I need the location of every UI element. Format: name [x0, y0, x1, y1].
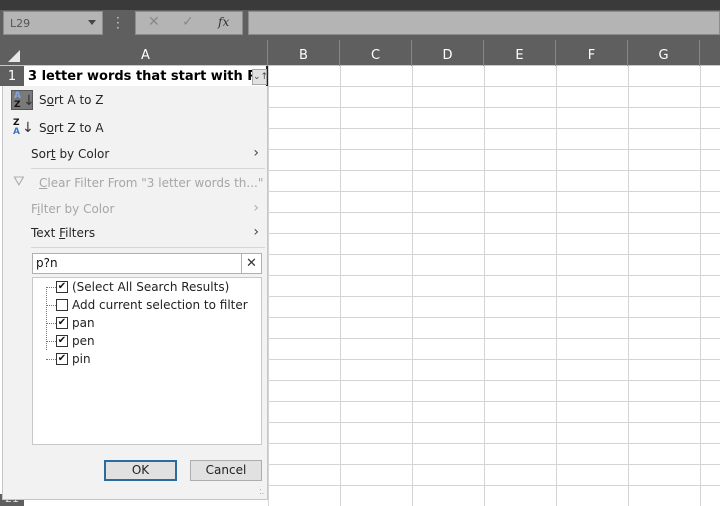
filter-dropdown-button[interactable]: ⌄↑	[252, 69, 269, 85]
chevron-down-icon[interactable]	[88, 20, 96, 25]
resize-grip-icon[interactable]: · ··	[260, 487, 264, 498]
label-part: lter by Color	[40, 202, 115, 216]
checkbox-unchecked-icon[interactable]	[56, 299, 68, 311]
list-item-label: pen	[72, 334, 95, 348]
list-item-select-all[interactable]: ✔ (Select All Search Results)	[33, 279, 261, 297]
sort-a-to-z-item[interactable]: A Z ↓ Sort A to Z	[3, 88, 267, 112]
formula-buttons: ✕ ✓ fx	[135, 11, 243, 35]
formula-input[interactable]	[248, 11, 720, 35]
icon-letter-bottom: Z	[14, 100, 21, 110]
clear-filter-icon: ⛛	[13, 174, 25, 190]
cell-a1[interactable]: 3 letter words that start with P	[24, 66, 268, 86]
filter-search-input[interactable]: p?n ✕	[32, 253, 262, 274]
checkbox-checked-icon[interactable]: ✔	[56, 281, 68, 293]
list-item-label: Add current selection to filter	[72, 298, 248, 312]
sort-a-to-z-label: Sort A to Z	[39, 93, 104, 107]
enter-icon[interactable]: ✓	[182, 14, 194, 30]
clear-filter-item: ⛛ Clear Filter From "3 letter words th..…	[3, 171, 267, 195]
label-part: S	[39, 121, 47, 135]
title-strip	[0, 0, 720, 10]
column-header-f[interactable]: F	[556, 40, 628, 66]
list-item-label: (Select All Search Results)	[72, 280, 230, 294]
row-header-1[interactable]: 1	[0, 66, 24, 86]
autofilter-menu: A Z ↓ Sort A to Z Z A ↓ Sort Z to A Sort…	[2, 86, 268, 500]
label-part: rt Z to A	[53, 121, 104, 135]
label-part: by Color	[55, 147, 110, 161]
more-options-icon[interactable]: · · ·	[116, 12, 120, 34]
text-filters-label: Text Filters	[31, 226, 95, 240]
sort-descending-icon: Z A ↓	[11, 118, 34, 138]
name-box-value: L29	[10, 17, 31, 30]
label-part: rt A to Z	[53, 93, 104, 107]
filter-by-color-item: Filter by Color ›	[3, 197, 267, 221]
select-all-button[interactable]	[0, 40, 24, 66]
name-box[interactable]: L29	[3, 11, 103, 35]
tree-line	[46, 323, 56, 324]
label-part: Text	[31, 226, 60, 240]
text-filters-item[interactable]: Text Filters ›	[3, 221, 267, 245]
label-part: lear Filter From "3 letter words th..."	[47, 176, 264, 190]
tree-line	[46, 341, 56, 342]
insert-function-icon[interactable]: fx	[218, 15, 229, 29]
tree-line	[46, 287, 56, 288]
list-item-pen[interactable]: ✔ pen	[33, 333, 261, 351]
column-header-g[interactable]: G	[628, 40, 700, 66]
column-header-d[interactable]: D	[412, 40, 484, 66]
chevron-right-icon: ›	[253, 145, 259, 161]
icon-letter-bottom: A	[13, 127, 20, 137]
clear-filter-label: Clear Filter From "3 letter words th..."	[39, 176, 263, 190]
checkbox-checked-icon[interactable]: ✔	[56, 353, 68, 365]
menu-divider	[31, 247, 265, 248]
list-item-label: pan	[72, 316, 95, 330]
cancel-icon[interactable]: ✕	[148, 14, 160, 30]
cancel-button[interactable]: Cancel	[190, 460, 262, 481]
sort-by-color-label: Sort by Color	[31, 147, 109, 161]
tree-line	[46, 359, 56, 360]
label-part: S	[39, 93, 47, 107]
filter-values-list[interactable]: ✔ (Select All Search Results) Add curren…	[32, 277, 262, 445]
column-headers: A B C D E F G	[0, 40, 720, 66]
checkbox-checked-icon[interactable]: ✔	[56, 335, 68, 347]
filter-sort-icon: ⌄↑	[253, 72, 269, 82]
label-accelerator: o	[46, 121, 54, 135]
column-header-e[interactable]: E	[484, 40, 556, 66]
formula-bar: L29 · · · ✕ ✓ fx	[0, 10, 720, 40]
search-value: p?n	[36, 256, 58, 270]
column-header-c[interactable]: C	[340, 40, 412, 66]
checkbox-checked-icon[interactable]: ✔	[56, 317, 68, 329]
sort-by-color-item[interactable]: Sort by Color ›	[3, 142, 267, 166]
chevron-right-icon: ›	[253, 224, 259, 240]
arrow-down-icon: ↓	[22, 120, 34, 136]
column-header-b[interactable]: B	[268, 40, 340, 66]
menu-divider	[31, 168, 265, 169]
list-item-pan[interactable]: ✔ pan	[33, 315, 261, 333]
label-part: ilters	[65, 226, 96, 240]
list-item-add-selection[interactable]: Add current selection to filter	[33, 297, 261, 315]
chevron-right-icon: ›	[253, 200, 259, 216]
list-item-pin[interactable]: ✔ pin	[33, 351, 261, 369]
label-part: Sor	[31, 147, 51, 161]
sort-z-to-a-item[interactable]: Z A ↓ Sort Z to A	[3, 116, 267, 140]
list-item-label: pin	[72, 352, 91, 366]
select-all-icon	[8, 50, 20, 62]
label-accelerator: o	[46, 93, 54, 107]
cell-grid[interactable]	[268, 66, 720, 506]
column-header-a[interactable]: A	[24, 40, 268, 66]
tree-line	[46, 305, 56, 306]
ok-button[interactable]: OK	[104, 460, 177, 481]
sort-ascending-icon: A Z ↓	[11, 90, 35, 110]
filter-by-color-label: Filter by Color	[31, 202, 114, 216]
clear-search-icon[interactable]: ✕	[241, 254, 261, 273]
arrow-down-icon: ↓	[23, 93, 35, 109]
sort-z-to-a-label: Sort Z to A	[39, 121, 104, 135]
